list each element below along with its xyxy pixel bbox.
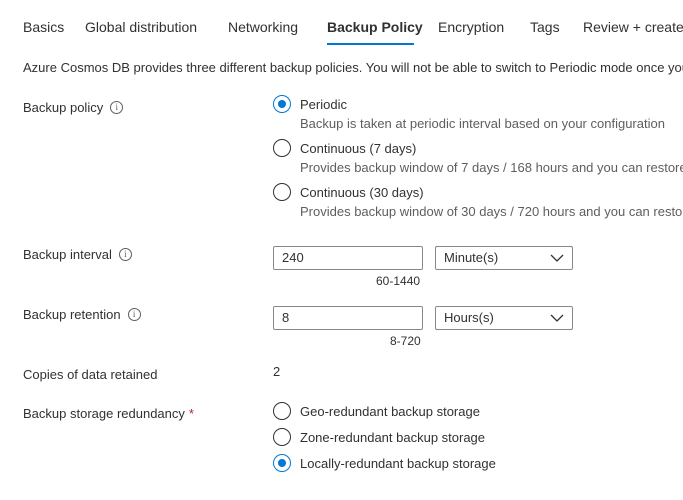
copies-label: Copies of data retained <box>23 367 157 382</box>
backup-retention-label-text: Backup retention <box>23 307 121 322</box>
backup-policy-label: Backup policy i <box>23 100 124 115</box>
radio-geo-redundant[interactable] <box>273 402 291 420</box>
radio-periodic-description: Backup is taken at periodic interval bas… <box>300 116 665 131</box>
tab-basics[interactable]: Basics <box>23 19 64 35</box>
backup-retention-range: 8-720 <box>390 334 421 348</box>
radio-continuous-30-description: Provides backup window of 30 days / 720 … <box>300 204 683 219</box>
radio-zone-redundant[interactable] <box>273 428 291 446</box>
radio-continuous-30-label[interactable]: Continuous (30 days) <box>300 185 424 200</box>
tab-encryption[interactable]: Encryption <box>438 19 504 35</box>
radio-continuous-30[interactable] <box>273 183 291 201</box>
active-tab-indicator <box>327 43 414 45</box>
radio-locally-redundant[interactable] <box>273 454 291 472</box>
radio-periodic[interactable] <box>273 95 291 113</box>
storage-redundancy-label-text: Backup storage redundancy <box>23 406 185 421</box>
radio-locally-redundant-label[interactable]: Locally-redundant backup storage <box>300 456 496 471</box>
info-icon[interactable]: i <box>118 248 132 261</box>
backup-interval-range: 60-1440 <box>376 274 421 288</box>
radio-continuous-7-description: Provides backup window of 7 days / 168 h… <box>300 160 683 175</box>
radio-continuous-7-label[interactable]: Continuous (7 days) <box>300 141 416 156</box>
backup-interval-unit-select[interactable]: Minute(s) <box>435 246 573 270</box>
tab-tags[interactable]: Tags <box>530 19 560 35</box>
backup-retention-unit-select[interactable]: Hours(s) <box>435 306 573 330</box>
tab-global-distribution[interactable]: Global distribution <box>85 19 197 35</box>
info-icon[interactable]: i <box>127 308 141 321</box>
backup-policy-label-text: Backup policy <box>23 100 104 115</box>
radio-periodic-label[interactable]: Periodic <box>300 97 347 112</box>
tab-backup-policy[interactable]: Backup Policy <box>327 19 423 35</box>
copies-value: 2 <box>273 364 281 379</box>
tab-review-create[interactable]: Review + create <box>583 19 683 35</box>
info-icon[interactable]: i <box>110 101 124 114</box>
required-marker: * <box>188 406 194 421</box>
radio-geo-redundant-label[interactable]: Geo-redundant backup storage <box>300 404 480 419</box>
tab-networking[interactable]: Networking <box>228 19 298 35</box>
backup-interval-input[interactable]: 240 <box>273 246 423 270</box>
radio-zone-redundant-label[interactable]: Zone-redundant backup storage <box>300 430 485 445</box>
backup-interval-label-text: Backup interval <box>23 247 112 262</box>
backup-interval-label: Backup interval i <box>23 247 132 262</box>
backup-retention-input[interactable]: 8 <box>273 306 423 330</box>
copies-label-text: Copies of data retained <box>23 367 158 382</box>
page-description: Azure Cosmos DB provides three different… <box>23 60 683 75</box>
chevron-down-icon <box>550 254 564 262</box>
backup-retention-label: Backup retention i <box>23 307 141 322</box>
storage-redundancy-label: Backup storage redundancy * <box>23 406 194 421</box>
tab-bar: Basics Global distribution Networking Ba… <box>0 0 683 52</box>
chevron-down-icon <box>550 314 564 322</box>
radio-continuous-7[interactable] <box>273 139 291 157</box>
backup-retention-unit-value: Hours(s) <box>444 310 494 325</box>
backup-interval-unit-value: Minute(s) <box>444 250 499 265</box>
